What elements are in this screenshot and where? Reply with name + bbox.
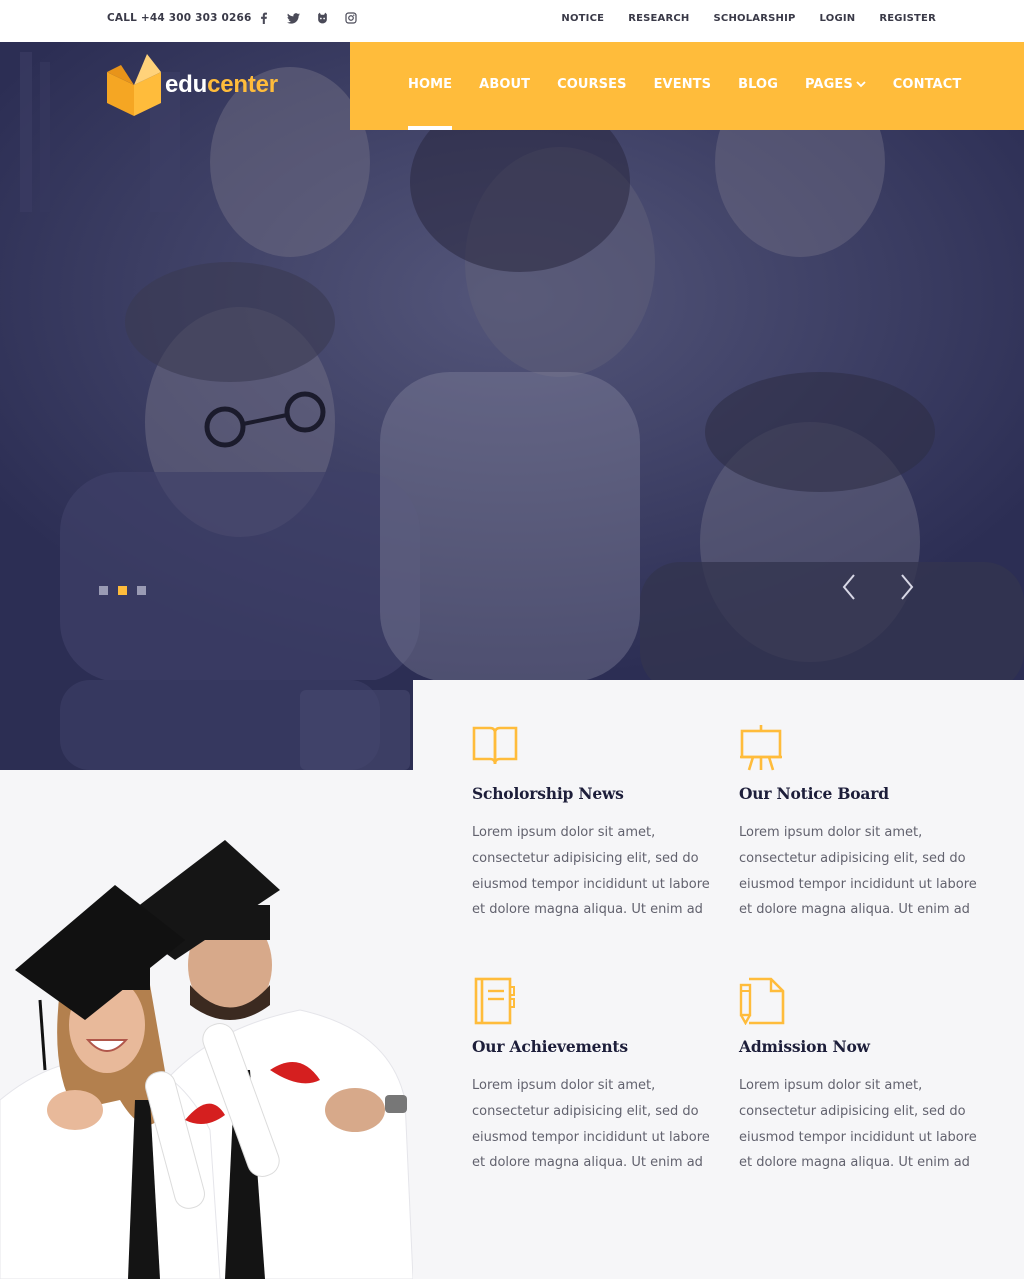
feature-text: Lorem ipsum dolor sit amet, consectetur … — [739, 1078, 977, 1171]
slider-arrows — [838, 572, 918, 602]
logo-text: educenter — [165, 71, 278, 99]
feature-notice-board: Our Notice Board Lorem ipsum dolor sit a… — [739, 724, 979, 923]
call-text: CALL +44 300 303 0266 — [107, 12, 252, 24]
feature-scholarship-news: Scholorship News Lorem ipsum dolor sit a… — [472, 724, 712, 923]
feature-title: Our Achievements — [472, 1037, 628, 1056]
hero-extension — [0, 680, 413, 770]
feature-text: Lorem ipsum dolor sit amet, consectetur … — [472, 1078, 710, 1171]
document-pen-icon — [739, 977, 979, 1026]
slider-dots — [99, 586, 146, 595]
scholarship-link[interactable]: SCHOLARSHIP — [714, 13, 796, 24]
nav-about[interactable]: ABOUT — [479, 77, 530, 92]
header-logo-area: educenter — [0, 42, 350, 130]
graduates-image — [0, 770, 413, 1279]
feature-title: Admission Now — [739, 1037, 870, 1056]
easel-board-icon — [739, 724, 979, 772]
nav-blog[interactable]: BLOG — [738, 77, 778, 92]
chevron-right-icon[interactable] — [896, 572, 918, 602]
twitter-icon[interactable] — [285, 10, 301, 26]
nav-contact[interactable]: CONTACT — [893, 77, 962, 92]
nav-pages[interactable]: PAGES — [805, 77, 866, 92]
logo-cube-icon — [107, 54, 161, 116]
open-book-icon — [472, 724, 712, 772]
chevron-left-icon[interactable] — [838, 572, 860, 602]
nav-pages-label: PAGES — [804, 77, 853, 92]
logo-text-prefix: edu — [165, 71, 208, 98]
features-section: Scholorship News Lorem ipsum dolor sit a… — [413, 680, 1024, 1279]
slider-dot-active[interactable] — [118, 586, 127, 595]
top-bar: CALL +44 300 303 0266 NOTICE RESEARCH SC… — [0, 0, 1024, 42]
slider-dot[interactable] — [99, 586, 108, 595]
nav-home[interactable]: HOME — [408, 77, 453, 130]
facebook-icon[interactable] — [256, 10, 272, 26]
github-icon[interactable] — [314, 10, 330, 26]
instagram-icon[interactable] — [343, 10, 359, 26]
main-nav: HOME ABOUT COURSES EVENTS BLOG PAGES CON… — [350, 42, 1024, 130]
notebook-icon — [472, 977, 712, 1025]
login-link[interactable]: LOGIN — [820, 13, 856, 24]
research-link[interactable]: RESEARCH — [628, 13, 689, 24]
feature-title: Our Notice Board — [739, 784, 889, 803]
slider-dot[interactable] — [137, 586, 146, 595]
nav-events[interactable]: EVENTS — [654, 77, 712, 92]
logo-text-suffix: center — [207, 71, 278, 98]
social-links — [256, 10, 359, 26]
notice-link[interactable]: NOTICE — [561, 13, 604, 24]
feature-title: Scholorship News — [472, 784, 624, 803]
feature-text: Lorem ipsum dolor sit amet, consectetur … — [472, 825, 710, 918]
logo[interactable]: educenter — [107, 54, 278, 116]
top-links: NOTICE RESEARCH SCHOLARSHIP LOGIN REGIST… — [561, 13, 936, 24]
register-link[interactable]: REGISTER — [879, 13, 936, 24]
feature-achievements: Our Achievements Lorem ipsum dolor sit a… — [472, 977, 712, 1176]
nav-courses[interactable]: COURSES — [557, 77, 626, 92]
chevron-down-icon — [856, 81, 866, 88]
feature-text: Lorem ipsum dolor sit amet, consectetur … — [739, 825, 977, 918]
feature-admission: Admission Now Lorem ipsum dolor sit amet… — [739, 977, 979, 1176]
